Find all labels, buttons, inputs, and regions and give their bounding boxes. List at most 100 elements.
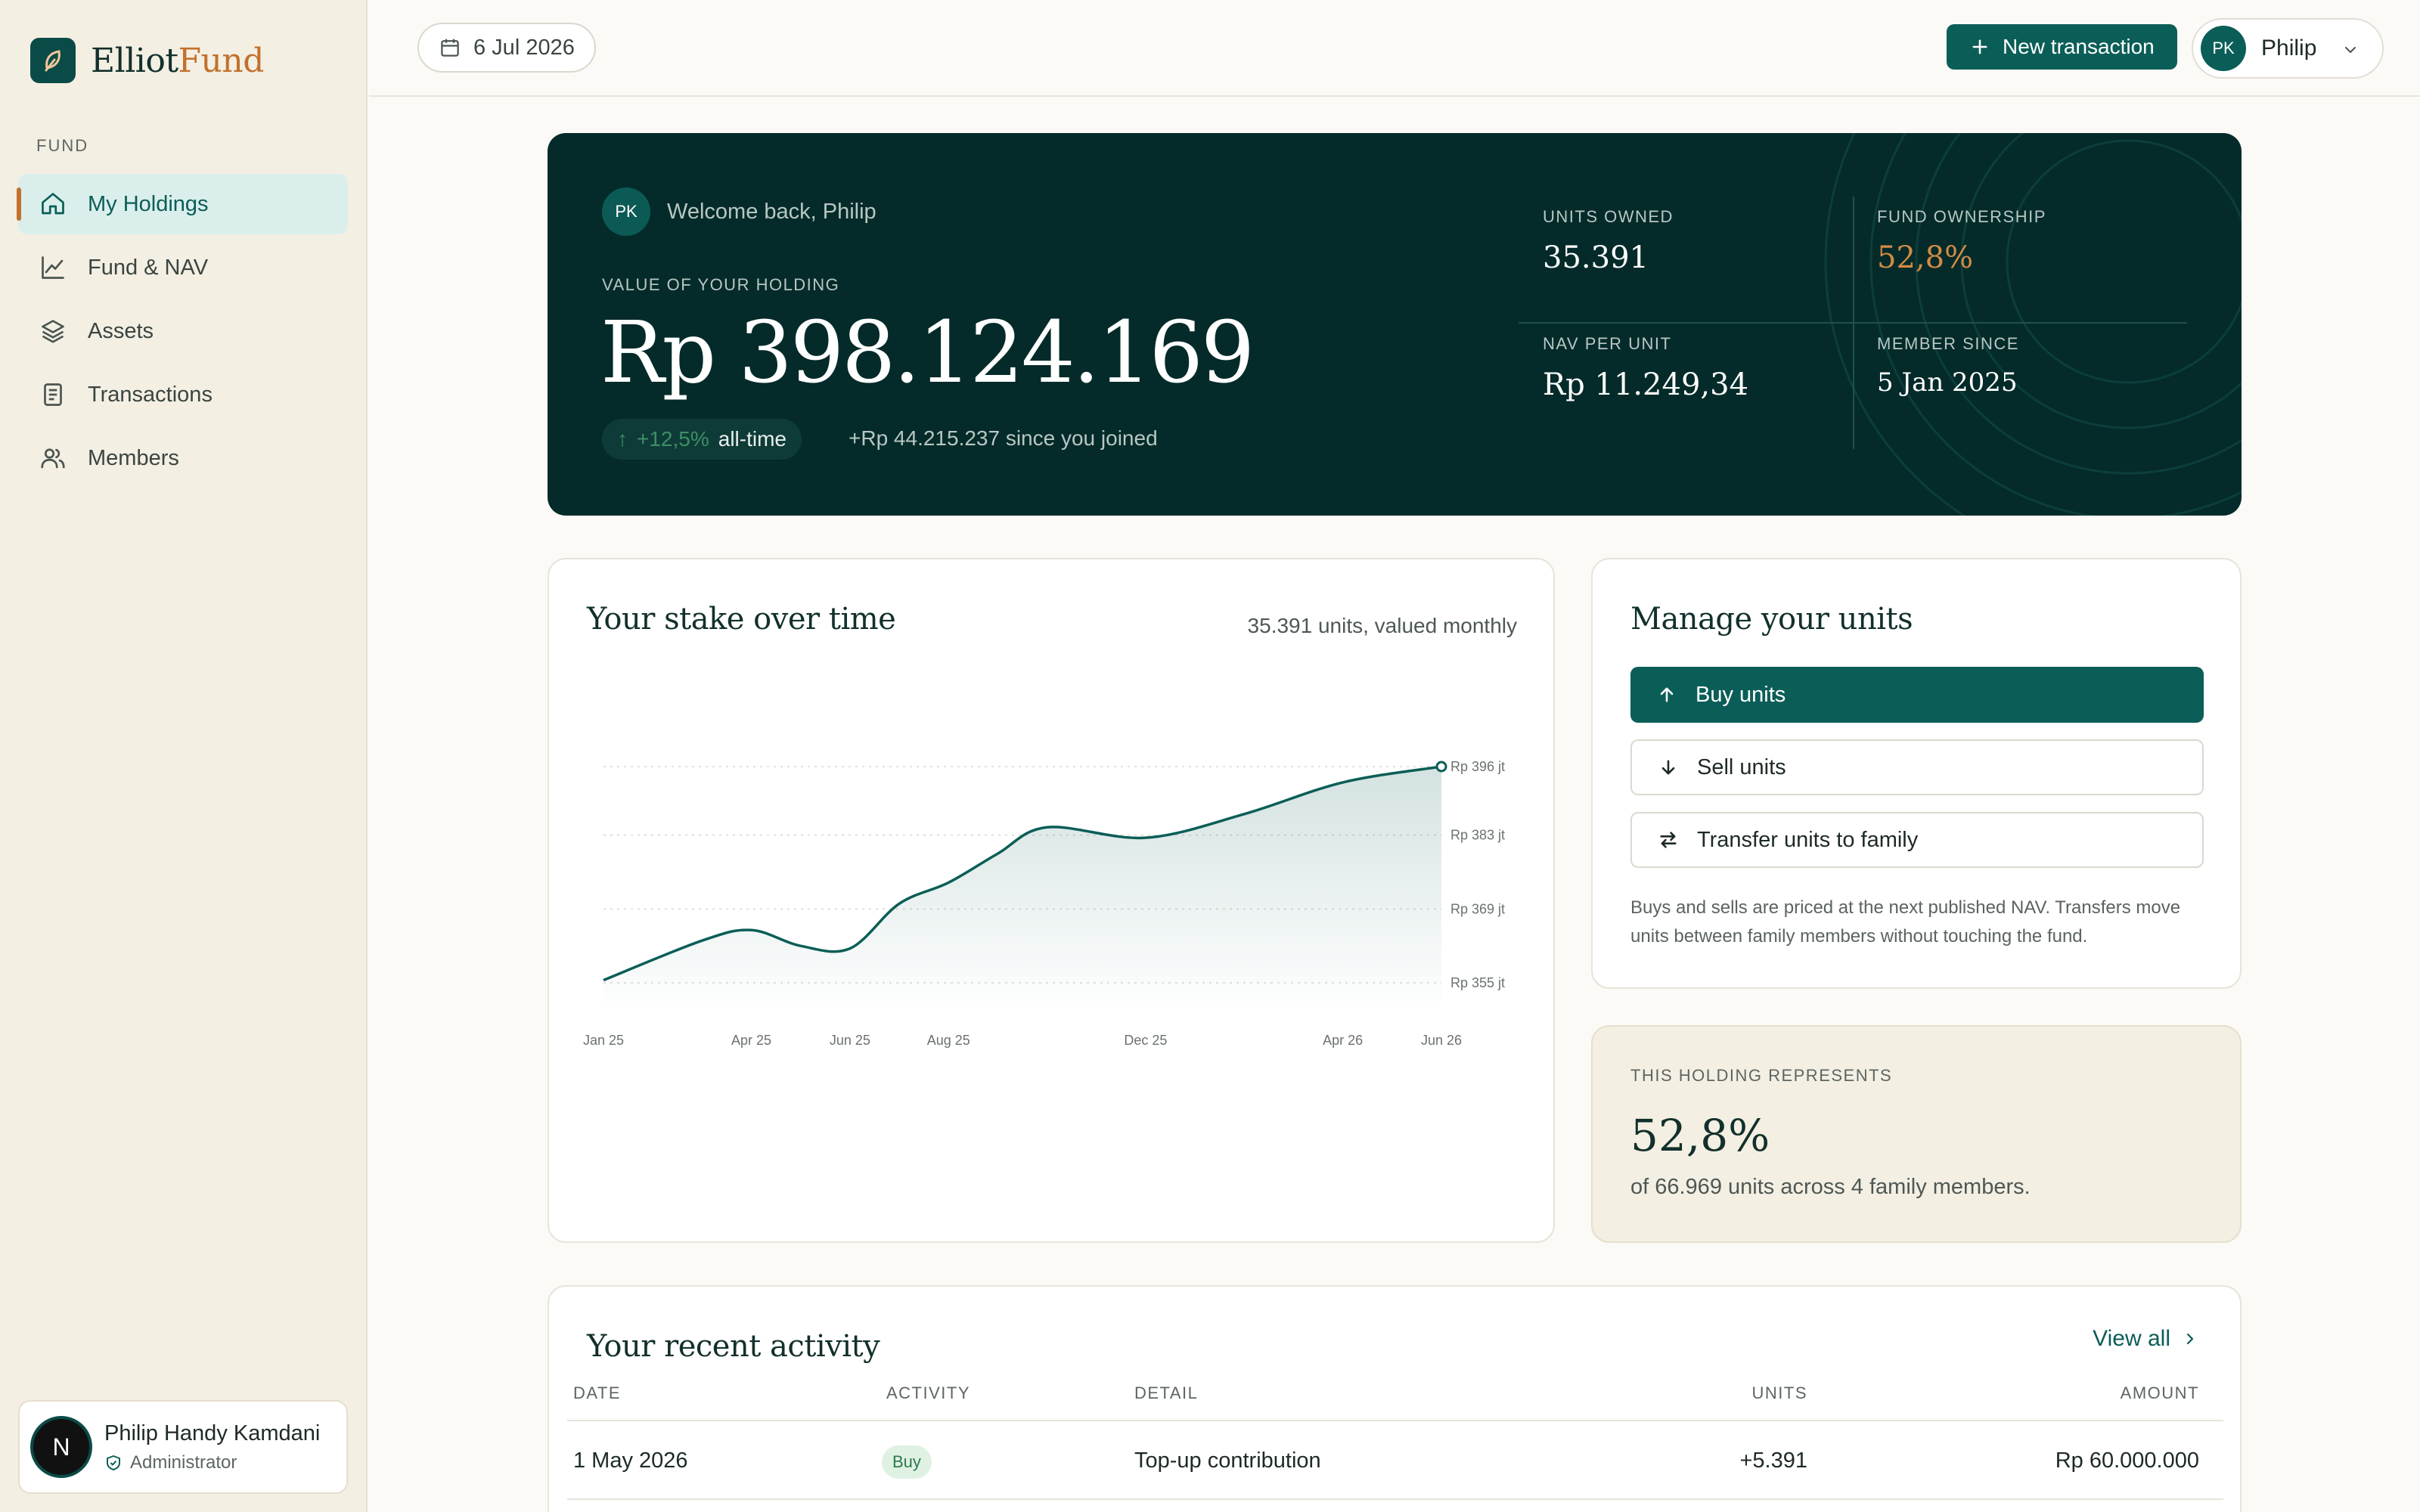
leaf-logo-icon bbox=[30, 38, 76, 83]
avatar: PK bbox=[2201, 26, 2246, 71]
card-title: Your recent activity bbox=[587, 1329, 880, 1364]
profile-menu[interactable]: PK Philip bbox=[2192, 18, 2384, 79]
stat-value: 52,8% bbox=[1877, 240, 1974, 275]
arrow-up-icon bbox=[1660, 687, 1674, 702]
sidebar-item-fund-nav[interactable]: Fund & NAV bbox=[18, 237, 348, 298]
sidebar-item-assets[interactable]: Assets bbox=[18, 301, 348, 361]
sell-units-button[interactable]: Sell units bbox=[1630, 739, 2204, 795]
transfer-units-button[interactable]: Transfer units to family bbox=[1630, 812, 2204, 868]
sidebar-item-my-holdings[interactable]: My Holdings bbox=[17, 174, 348, 234]
sidebar-item-label: My Holdings bbox=[88, 191, 209, 216]
arrow-down-icon bbox=[1661, 760, 1675, 775]
stat-label: MEMBER SINCE bbox=[1877, 334, 2019, 353]
stat-member-since: MEMBER SINCE 5 Jan 2025 bbox=[1877, 334, 2019, 398]
view-all-label: View all bbox=[2093, 1326, 2170, 1351]
view-all-link[interactable]: View all bbox=[2093, 1326, 2199, 1352]
holding-value-label: VALUE OF YOUR HOLDING bbox=[602, 275, 840, 294]
holding-share-card: THIS HOLDING REPRESENTS 52,8% of 66.969 … bbox=[1591, 1025, 2242, 1243]
cell-detail: Top-up contribution bbox=[1134, 1448, 1321, 1473]
arrow-up-icon: ↑ bbox=[617, 427, 628, 451]
stake-chart[interactable]: Rp 396 jt Rp 383 jt Rp 369 jt Rp 355 jt Jan … bbox=[549, 559, 1556, 1244]
sidebar-item-members[interactable]: Members bbox=[18, 428, 348, 488]
stat-fund-ownership: FUND OWNERSHIP 52,8% bbox=[1877, 207, 2046, 275]
divider bbox=[1519, 322, 2187, 324]
y-tick-label: Rp 383 jt bbox=[1450, 828, 1505, 843]
plus-icon bbox=[1972, 39, 1987, 54]
user-role: Administrator bbox=[104, 1452, 320, 1473]
x-tick-label: Aug 25 bbox=[927, 1033, 970, 1048]
buy-units-button[interactable]: Buy units bbox=[1630, 667, 2204, 723]
sidebar-nav: My Holdings Fund & NAV Assets Transactio… bbox=[17, 174, 348, 491]
date-picker[interactable]: 6 Jul 2026 bbox=[417, 23, 596, 73]
buy-units-label: Buy units bbox=[1696, 682, 1786, 707]
chart-area-fill bbox=[603, 767, 1441, 1013]
new-transaction-label: New transaction bbox=[2003, 35, 2155, 58]
layers-icon bbox=[42, 320, 64, 343]
avatar: N bbox=[30, 1416, 92, 1478]
user-role-label: Administrator bbox=[130, 1452, 237, 1473]
avatar: PK bbox=[602, 187, 650, 236]
nav-section-label: FUND bbox=[36, 136, 89, 155]
manage-note: Buys and sells are priced at the next pu… bbox=[1630, 897, 2181, 947]
stat-nav-per-unit: NAV PER UNIT Rp 11.249,34 bbox=[1543, 334, 1748, 402]
sidebar-item-label: Assets bbox=[88, 318, 154, 343]
new-transaction-button[interactable]: New transaction bbox=[1947, 24, 2177, 70]
stat-value: 35.391 bbox=[1543, 240, 1649, 275]
y-tick-label: Rp 369 jt bbox=[1450, 901, 1505, 916]
topbar: 6 Jul 2026 New transaction PK Philip bbox=[369, 0, 2420, 97]
x-tick-label: Dec 25 bbox=[1124, 1033, 1167, 1048]
holding-hero: PK Welcome back, Philip VALUE OF YOUR HO… bbox=[548, 133, 2242, 516]
cell-date: 1 May 2026 bbox=[573, 1448, 688, 1473]
stat-label: NAV PER UNIT bbox=[1543, 334, 1672, 353]
swap-arrows-icon bbox=[1660, 832, 1677, 848]
x-tick-label: Jun 25 bbox=[830, 1033, 870, 1048]
column-header-activity: ACTIVITY bbox=[886, 1383, 971, 1402]
column-header-detail: DETAIL bbox=[1134, 1383, 1199, 1402]
profile-name: Philip bbox=[2261, 36, 2317, 60]
stat-units-owned: UNITS OWNED 35.391 bbox=[1543, 207, 1674, 275]
chevron-right-icon bbox=[2186, 1333, 2194, 1345]
sell-units-label: Sell units bbox=[1697, 754, 1786, 779]
sidebar: ElliotFund FUND My Holdings Fund & NAV A… bbox=[0, 0, 368, 1512]
transfer-units-label: Transfer units to family bbox=[1697, 827, 1919, 852]
alltime-label: all-time bbox=[718, 427, 786, 451]
sidebar-item-label: Members bbox=[88, 445, 179, 470]
share-value: 52,8% bbox=[1630, 1110, 1770, 1161]
line-chart-icon bbox=[42, 256, 64, 279]
sidebar-item-transactions[interactable]: Transactions bbox=[18, 364, 348, 425]
calendar-icon bbox=[441, 39, 459, 57]
user-meta: Philip Handy Kamdani Administrator bbox=[104, 1421, 320, 1473]
brand-name: ElliotFund bbox=[91, 42, 264, 80]
x-tick-label: Jun 26 bbox=[1421, 1033, 1462, 1048]
stake-chart-card: Your stake over time 35.391 units, value… bbox=[548, 558, 1555, 1243]
sidebar-item-label: Transactions bbox=[88, 382, 213, 407]
y-tick-label: Rp 396 jt bbox=[1450, 759, 1505, 774]
user-name: Philip Handy Kamdani bbox=[104, 1421, 321, 1445]
shield-check-icon bbox=[107, 1455, 120, 1470]
x-tick-label: Apr 26 bbox=[1323, 1033, 1363, 1048]
stat-value: 5 Jan 2025 bbox=[1877, 367, 2018, 398]
brand-name-part2: Fund bbox=[178, 41, 265, 80]
column-header-units: UNITS bbox=[1751, 1383, 1807, 1402]
table-row[interactable]: 1 May 2026 Buy Top-up contribution +5.39… bbox=[567, 1423, 2223, 1500]
card-title: Manage your units bbox=[1630, 602, 1913, 637]
share-subtext: of 66.969 units across 4 family members. bbox=[1630, 1175, 2031, 1199]
welcome-text: Welcome back, Philip bbox=[667, 199, 876, 224]
alltime-return-badge: ↑ +12,5% all-time bbox=[602, 419, 802, 460]
manage-units-card: Manage your units Buy units Sell units T… bbox=[1591, 558, 2242, 989]
date-label: 6 Jul 2026 bbox=[473, 35, 575, 60]
home-icon bbox=[42, 193, 64, 215]
holding-stats: UNITS OWNED 35.391 FUND OWNERSHIP 52,8% … bbox=[1519, 197, 2187, 449]
brand[interactable]: ElliotFund bbox=[30, 38, 264, 83]
chart-latest-point[interactable] bbox=[1435, 761, 1447, 773]
current-user-card[interactable]: N Philip Handy Kamdani Administrator bbox=[18, 1400, 348, 1494]
recent-activity-card: Your recent activity View all DATE ACTIV… bbox=[548, 1285, 2242, 1512]
table-header: DATE ACTIVITY DETAIL UNITS AMOUNT bbox=[567, 1371, 2223, 1421]
since-joined: +Rp 44.215.237 since you joined bbox=[849, 426, 1158, 450]
sidebar-item-label: Fund & NAV bbox=[88, 255, 209, 280]
x-tick-label: Jan 25 bbox=[583, 1033, 624, 1048]
stat-value: Rp 11.249,34 bbox=[1543, 367, 1749, 402]
column-header-date: DATE bbox=[573, 1383, 622, 1402]
x-tick-label: Apr 25 bbox=[731, 1033, 771, 1048]
cell-amount: Rp 60.000.000 bbox=[2055, 1448, 2199, 1473]
